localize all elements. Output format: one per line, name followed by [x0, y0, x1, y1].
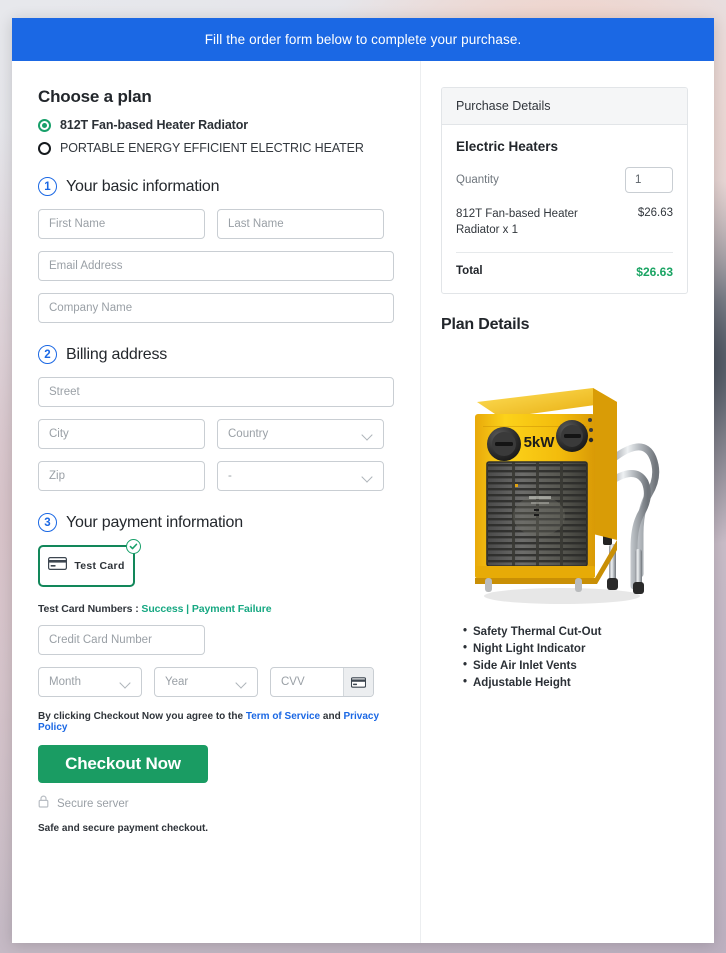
plan-option-0[interactable]: 812T Fan-based Heater Radiator	[38, 118, 394, 132]
test-numbers-prefix: Test Card Numbers :	[38, 603, 139, 615]
radio-unselected-icon[interactable]	[38, 141, 51, 155]
company-name-input[interactable]: Company Name	[38, 293, 394, 323]
card-number-row: Credit Card Number	[38, 625, 394, 655]
name-row: First Name Last Name	[38, 209, 394, 239]
electric-fan-heater-image: 5kW	[441, 334, 688, 624]
step-title: Your payment information	[66, 513, 243, 531]
page-banner: Fill the order form below to complete yo…	[12, 18, 714, 61]
purchase-details-card: Purchase Details Electric Heaters Quanti…	[441, 87, 688, 295]
safe-checkout-note: Safe and secure payment checkout.	[38, 823, 209, 834]
total-value: $26.63	[636, 265, 673, 280]
step-title: Billing address	[66, 345, 168, 363]
terms-prefix: By clicking Checkout Now you agree to th…	[38, 711, 244, 722]
plan-option-label: 812T Fan-based Heater Radiator	[60, 118, 249, 132]
success-link[interactable]: Success	[141, 603, 183, 615]
power-label: 5kW	[524, 434, 556, 451]
step-number-badge: 2	[38, 345, 57, 364]
payment-failure-link[interactable]: Payment Failure	[192, 603, 272, 615]
total-label: Total	[456, 265, 483, 278]
step-number-badge: 3	[38, 513, 57, 532]
company-row: Company Name	[38, 293, 394, 323]
zip-input[interactable]: Zip	[38, 461, 205, 491]
country-select[interactable]: Country	[217, 419, 384, 449]
credit-card-number-input[interactable]: Credit Card Number	[38, 625, 205, 655]
terms-text: By clicking Checkout Now you agree to th…	[38, 711, 394, 733]
first-name-input[interactable]: First Name	[38, 209, 205, 239]
secure-server-label: Secure server	[57, 798, 129, 810]
test-card-method-button[interactable]: Test Card	[38, 539, 141, 587]
state-select[interactable]: -	[217, 461, 384, 491]
order-form-column: Choose a plan 812T Fan-based Heater Radi…	[12, 61, 421, 943]
purchase-product-title: Electric Heaters	[456, 139, 559, 154]
checkout-card: Fill the order form below to complete yo…	[12, 18, 714, 943]
last-name-input[interactable]: Last Name	[217, 209, 384, 239]
plan-option-label: PORTABLE ENERGY EFFICIENT ELECTRIC HEATE…	[60, 141, 364, 155]
purchase-details-header: Purchase Details	[442, 88, 687, 125]
term-of-service-link[interactable]: Term of Service	[246, 711, 320, 722]
list-item: Safety Thermal Cut-Out	[463, 623, 688, 641]
radio-selected-icon[interactable]	[38, 118, 51, 132]
check-circle-icon	[126, 539, 141, 554]
street-input[interactable]: Street	[38, 377, 394, 407]
choose-plan-heading: Choose a plan	[38, 87, 152, 106]
test-card-numbers-line: Test Card Numbers : Success | Payment Fa…	[38, 603, 394, 615]
checkout-now-button[interactable]: Checkout Now	[38, 745, 208, 783]
quantity-label: Quantity	[456, 174, 499, 186]
feature-list: Safety Thermal Cut-Out Night Light Indic…	[441, 623, 688, 692]
list-item: Side Air Inlet Vents	[463, 657, 688, 675]
email-row: Email Address	[38, 251, 394, 281]
step-3-header: 3 Your payment information	[38, 513, 394, 532]
cvv-input[interactable]: CVV	[271, 668, 343, 696]
email-input[interactable]: Email Address	[38, 251, 394, 281]
purchase-details-body: Electric Heaters Quantity 1 812T Fan-bas…	[442, 125, 687, 293]
expiry-month-select[interactable]: Month	[38, 667, 142, 697]
step-number-badge: 1	[38, 177, 57, 196]
line-item-row: 812T Fan-based Heater Radiator x 1 $26.6…	[456, 207, 673, 254]
step-2-header: 2 Billing address	[38, 345, 394, 364]
list-item: Night Light Indicator	[463, 640, 688, 658]
total-row: Total $26.63	[456, 253, 673, 279]
line-item-price: $26.63	[637, 207, 673, 219]
list-item: Adjustable Height	[463, 674, 688, 692]
credit-card-icon	[48, 557, 68, 575]
quantity-input[interactable]: 1	[625, 167, 673, 193]
secure-server-row: Secure server	[38, 795, 394, 813]
line-item-name: 812T Fan-based Heater Radiator x 1	[456, 208, 578, 236]
banner-text: Fill the order form below to complete yo…	[204, 32, 522, 47]
lock-icon	[38, 795, 49, 813]
test-card-label: Test Card	[74, 560, 125, 572]
step-title: Your basic information	[66, 177, 220, 195]
city-country-row: City Country	[38, 419, 394, 449]
plan-option-1[interactable]: PORTABLE ENERGY EFFICIENT ELECTRIC HEATE…	[38, 141, 394, 155]
street-row: Street	[38, 377, 394, 407]
city-input[interactable]: City	[38, 419, 205, 449]
expiry-cvv-row: Month Year CVV	[38, 667, 394, 697]
terms-and: and	[322, 711, 341, 722]
link-separator: |	[186, 603, 190, 615]
expiry-year-select[interactable]: Year	[154, 667, 258, 697]
cvv-field-group[interactable]: CVV	[270, 667, 374, 697]
credit-card-icon	[343, 668, 373, 696]
content-columns: Choose a plan 812T Fan-based Heater Radi…	[12, 61, 714, 943]
summary-column: Purchase Details Electric Heaters Quanti…	[421, 61, 714, 943]
plan-details-heading: Plan Details	[441, 316, 530, 334]
zip-state-row: Zip -	[38, 461, 394, 491]
step-1-header: 1 Your basic information	[38, 177, 394, 196]
quantity-row: Quantity 1	[456, 167, 673, 193]
